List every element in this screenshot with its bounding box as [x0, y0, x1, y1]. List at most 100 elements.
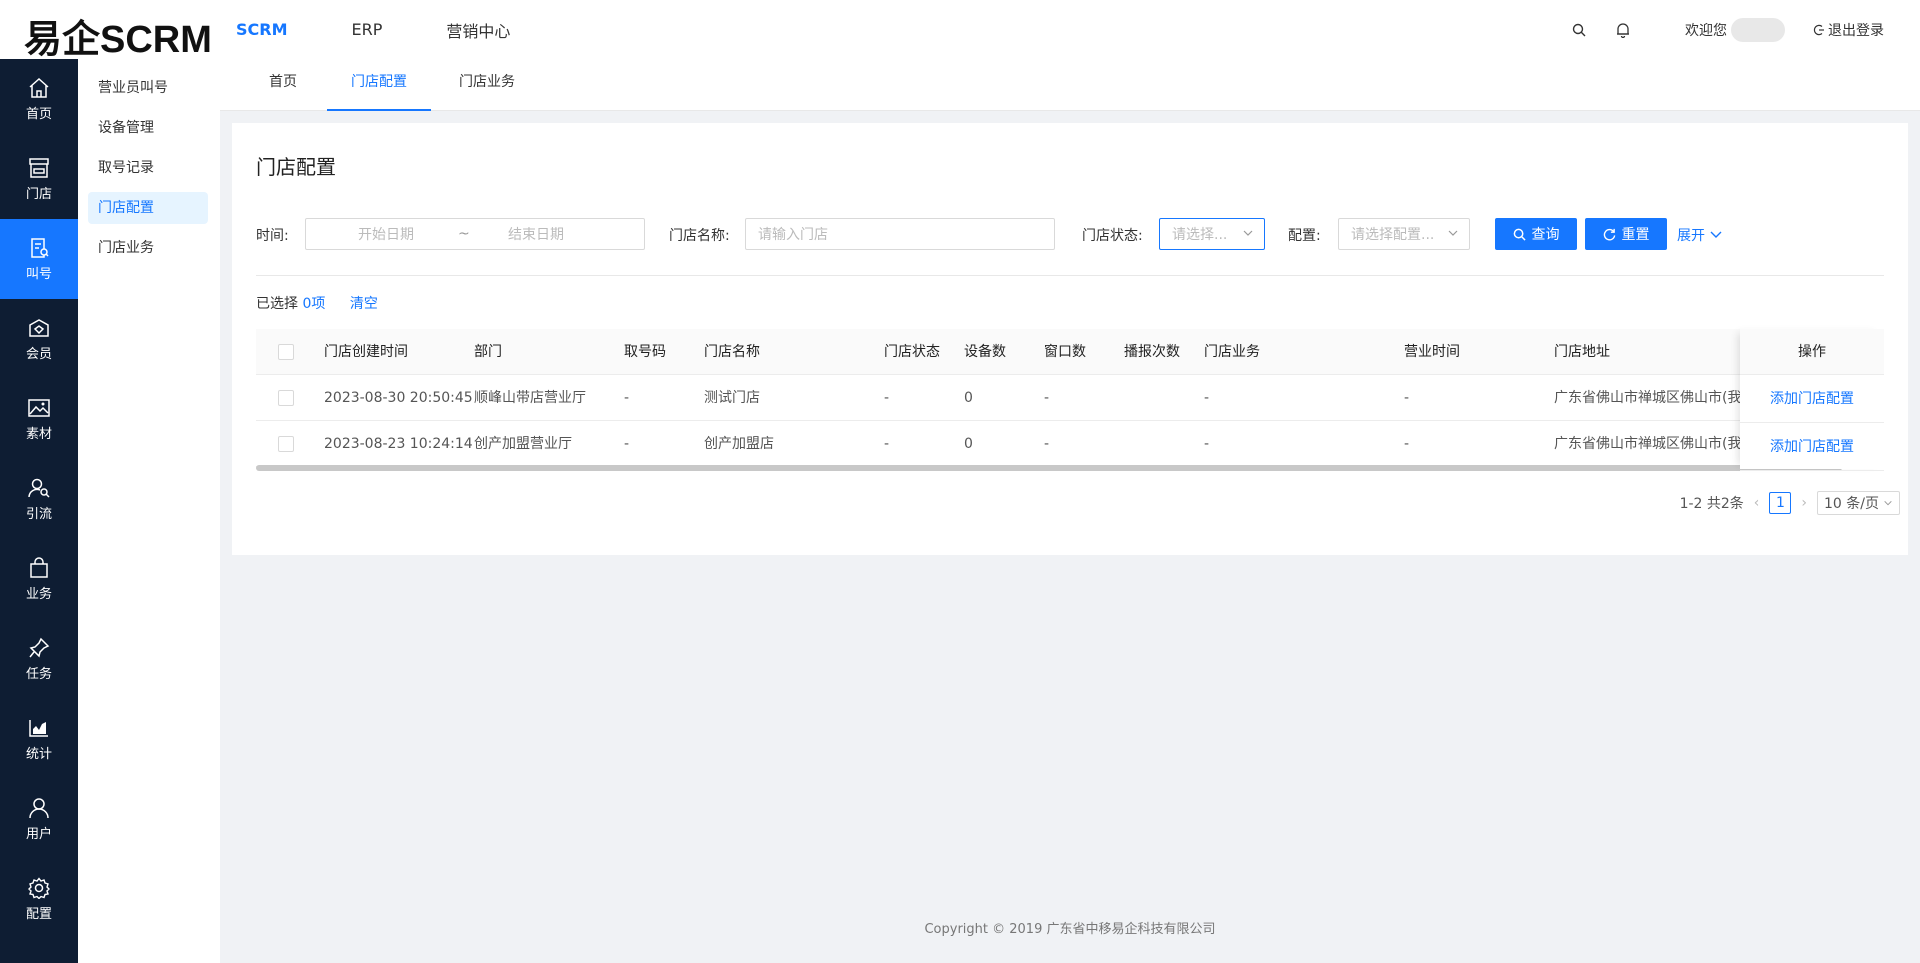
- sidebar-item-home[interactable]: 首页: [0, 59, 78, 139]
- pagination: 1-2 共2条 ‹ 1 › 10 条/页: [1680, 491, 1900, 515]
- sidebar-item-material[interactable]: 素材: [0, 379, 78, 459]
- prev-page-icon[interactable]: ‹: [1754, 495, 1760, 511]
- actions-column: 操作 添加门店配置 添加门店配置: [1740, 329, 1884, 471]
- queue-icon: [31, 237, 49, 258]
- submenu-item-device[interactable]: 设备管理: [88, 112, 208, 144]
- col-store-address[interactable]: 门店地址: [1554, 329, 1610, 375]
- submenu-item-clerk-call[interactable]: 营业员叫号: [88, 72, 208, 104]
- col-store-status[interactable]: 门店状态: [884, 329, 940, 375]
- cell-created-time: 2023-08-30 20:50:45: [324, 390, 473, 406]
- col-window-count[interactable]: 窗口数: [1044, 329, 1086, 375]
- search-icon[interactable]: [1567, 18, 1591, 42]
- top-right-actions: 欢迎您 退出登录: [1547, 0, 1884, 59]
- store-name-placeholder: 请输入门店: [758, 227, 828, 243]
- sidebar-label: 叫号: [25, 266, 52, 282]
- user-search-icon: [28, 478, 50, 498]
- nav-scrm[interactable]: SCRM: [236, 20, 288, 39]
- cell-store-status: -: [884, 436, 890, 452]
- sidebar-label: 统计: [25, 746, 52, 762]
- submenu-item-store-business[interactable]: 门店业务: [88, 232, 208, 264]
- date-range-picker[interactable]: 开始日期 ~ 结束日期: [305, 218, 645, 250]
- expand-toggle[interactable]: 展开: [1677, 225, 1723, 245]
- add-store-config-link[interactable]: 添加门店配置: [1740, 375, 1884, 423]
- add-store-config-link[interactable]: 添加门店配置: [1740, 423, 1884, 471]
- selection-count: 0项: [302, 296, 326, 312]
- end-date-input[interactable]: 结束日期: [508, 224, 564, 244]
- chevron-down-icon: [1243, 230, 1253, 236]
- start-date-input[interactable]: 开始日期: [358, 224, 414, 244]
- submenu-item-store-config[interactable]: 门店配置: [88, 192, 208, 224]
- welcome-text: 欢迎您: [1685, 22, 1727, 39]
- col-device-count[interactable]: 设备数: [964, 329, 1006, 375]
- status-select[interactable]: 请选择...: [1159, 218, 1265, 250]
- main-sidebar: 首页 门店 叫号 会员 素材 引流 业务 任务 统计 用户 配置: [0, 59, 78, 963]
- col-department[interactable]: 部门: [474, 329, 502, 375]
- sidebar-item-store[interactable]: 门店: [0, 139, 78, 219]
- avatar: [1731, 17, 1785, 42]
- tab-home[interactable]: 首页: [258, 59, 308, 111]
- clear-selection-link[interactable]: 清空: [350, 296, 378, 312]
- query-button[interactable]: 查询: [1495, 218, 1577, 250]
- col-business-hours[interactable]: 营业时间: [1404, 329, 1460, 375]
- col-store-business[interactable]: 门店业务: [1204, 329, 1260, 375]
- page-size-value: 10 条/页: [1824, 496, 1879, 512]
- app-logo: 易企SCRM: [24, 19, 212, 61]
- chevron-down-icon: [1710, 231, 1722, 238]
- expand-label: 展开: [1677, 228, 1705, 244]
- page-size-select[interactable]: 10 条/页: [1817, 491, 1900, 515]
- sidebar-label: 业务: [25, 586, 52, 602]
- cell-business-hours: -: [1404, 436, 1410, 452]
- cell-store-business: -: [1204, 390, 1210, 406]
- cell-department: 创产加盟营业厅: [474, 436, 572, 452]
- row-checkbox[interactable]: [278, 436, 294, 452]
- sidebar-label: 门店: [25, 186, 52, 202]
- welcome-user[interactable]: 欢迎您: [1685, 17, 1785, 42]
- nav-erp[interactable]: ERP: [352, 20, 383, 39]
- logout-button[interactable]: 退出登录: [1813, 20, 1884, 40]
- store-name-input[interactable]: 请输入门店: [745, 218, 1055, 250]
- time-label: 时间:: [256, 228, 289, 244]
- submenu-item-ticket-record[interactable]: 取号记录: [88, 152, 208, 184]
- next-page-icon[interactable]: ›: [1801, 495, 1807, 511]
- col-store-name[interactable]: 门店名称: [704, 329, 760, 375]
- sidebar-item-config[interactable]: 配置: [0, 859, 78, 939]
- table-header: 门店创建时间 部门 取号码 门店名称 门店状态 设备数 窗口数 播报次数 门店业…: [256, 329, 1884, 375]
- page-number[interactable]: 1: [1769, 492, 1792, 514]
- search-icon: [1513, 228, 1526, 241]
- range-separator: ~: [458, 226, 470, 242]
- nav-marketing[interactable]: 营销中心: [446, 18, 510, 42]
- cell-store-address: 广东省佛山市禅城区佛山市(我: [1554, 390, 1740, 406]
- reset-button[interactable]: 重置: [1585, 218, 1667, 250]
- content-card: 门店配置 时间: 开始日期 ~ 结束日期 门店名称: 请输入门店 门店状态: 请…: [232, 123, 1908, 555]
- sub-menu: 营业员叫号 设备管理 取号记录 门店配置 门店业务: [78, 59, 220, 963]
- cell-store-name: 创产加盟店: [704, 436, 774, 452]
- sidebar-item-stats[interactable]: 统计: [0, 699, 78, 779]
- copyright-footer: Copyright © 2019 广东省中移易企科技有限公司: [924, 922, 1216, 937]
- page-tabs: 首页 门店配置 门店业务: [220, 59, 1920, 111]
- sidebar-item-user[interactable]: 用户: [0, 779, 78, 859]
- col-created-time[interactable]: 门店创建时间: [324, 329, 408, 375]
- pagination-summary: 1-2 共2条: [1679, 496, 1744, 512]
- select-all-checkbox[interactable]: [278, 344, 294, 360]
- cell-device-count: 0: [964, 436, 973, 452]
- table-horizontal-scrollbar[interactable]: [256, 465, 1842, 471]
- cell-store-name: 测试门店: [704, 390, 760, 406]
- col-ticket-code[interactable]: 取号码: [624, 329, 666, 375]
- bell-icon[interactable]: [1611, 18, 1635, 42]
- sidebar-item-traffic[interactable]: 引流: [0, 459, 78, 539]
- sidebar-item-member[interactable]: 会员: [0, 299, 78, 379]
- row-checkbox[interactable]: [278, 390, 294, 406]
- config-select[interactable]: 请选择配置...: [1338, 218, 1470, 250]
- tab-store-business[interactable]: 门店业务: [452, 59, 522, 111]
- tab-store-config[interactable]: 门店配置: [327, 59, 431, 111]
- col-broadcast-count[interactable]: 播报次数: [1124, 329, 1180, 375]
- sidebar-item-task[interactable]: 任务: [0, 619, 78, 699]
- selection-prefix: 已选择: [256, 296, 298, 312]
- chevron-down-icon: [1884, 500, 1892, 506]
- col-actions: 操作: [1740, 329, 1884, 375]
- sidebar-label: 会员: [25, 346, 52, 362]
- table-row: 2023-08-30 20:50:45 顺峰山带店营业厅 - 测试门店 - 0 …: [256, 375, 1884, 421]
- sidebar-item-business[interactable]: 业务: [0, 539, 78, 619]
- sidebar-item-queue[interactable]: 叫号: [0, 219, 78, 299]
- cell-created-time: 2023-08-23 10:24:14: [324, 436, 473, 452]
